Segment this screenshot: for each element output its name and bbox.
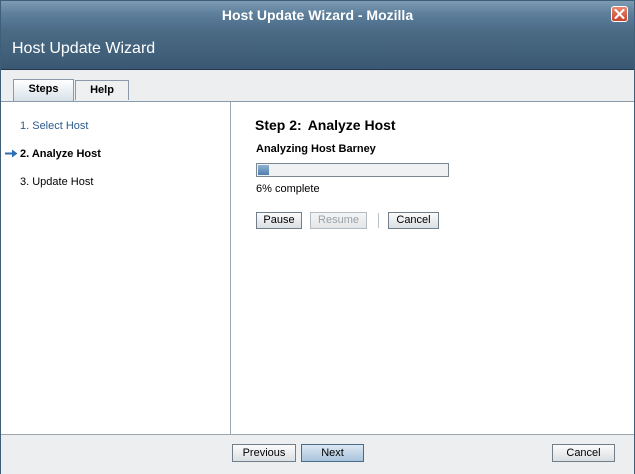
close-icon (614, 9, 625, 19)
wizard-header: Host Update Wizard (1, 29, 634, 70)
cancel-wizard-button[interactable]: Cancel (552, 444, 615, 462)
tab-bar: Steps Help (1, 70, 634, 102)
window-titlebar: Host Update Wizard - Mozilla (1, 1, 634, 29)
tab-help[interactable]: Help (75, 80, 129, 100)
step-title: Analyze Host (307, 117, 396, 133)
resume-button[interactable]: Resume (310, 212, 367, 229)
next-button[interactable]: Next (301, 444, 364, 462)
arrow-right-icon (5, 149, 18, 158)
step-heading: Step 2: Analyze Host (255, 117, 396, 133)
progress-text: 6% complete (256, 183, 320, 195)
steps-pane: 1. Select Host 2. Analyze Host 3. Update… (1, 102, 231, 434)
close-window-button[interactable] (611, 6, 628, 22)
cancel-analysis-button[interactable]: Cancel (388, 212, 439, 229)
progress-fill (258, 165, 269, 175)
browser-window: Host Update Wizard - Mozilla Host Update… (0, 0, 635, 474)
progress-bar (256, 163, 449, 177)
step-number: Step 2: (255, 117, 302, 133)
step-update-host: 3. Update Host (20, 176, 94, 188)
button-separator (378, 213, 379, 228)
step-current-analyze-host: 2. Analyze Host (20, 148, 101, 160)
tab-steps[interactable]: Steps (13, 79, 74, 101)
pause-button[interactable]: Pause (256, 212, 302, 229)
wizard-title: Host Update Wizard (12, 40, 156, 57)
wizard-footer: Previous Next Cancel (1, 434, 634, 474)
previous-button[interactable]: Previous (232, 444, 296, 462)
step-link-select-host[interactable]: 1. Select Host (20, 120, 88, 132)
window-title: Host Update Wizard - Mozilla (221, 7, 414, 23)
step-content: Step 2: Analyze Host Analyzing Host Barne… (231, 102, 634, 434)
status-text: Analyzing Host Barney (256, 143, 376, 155)
